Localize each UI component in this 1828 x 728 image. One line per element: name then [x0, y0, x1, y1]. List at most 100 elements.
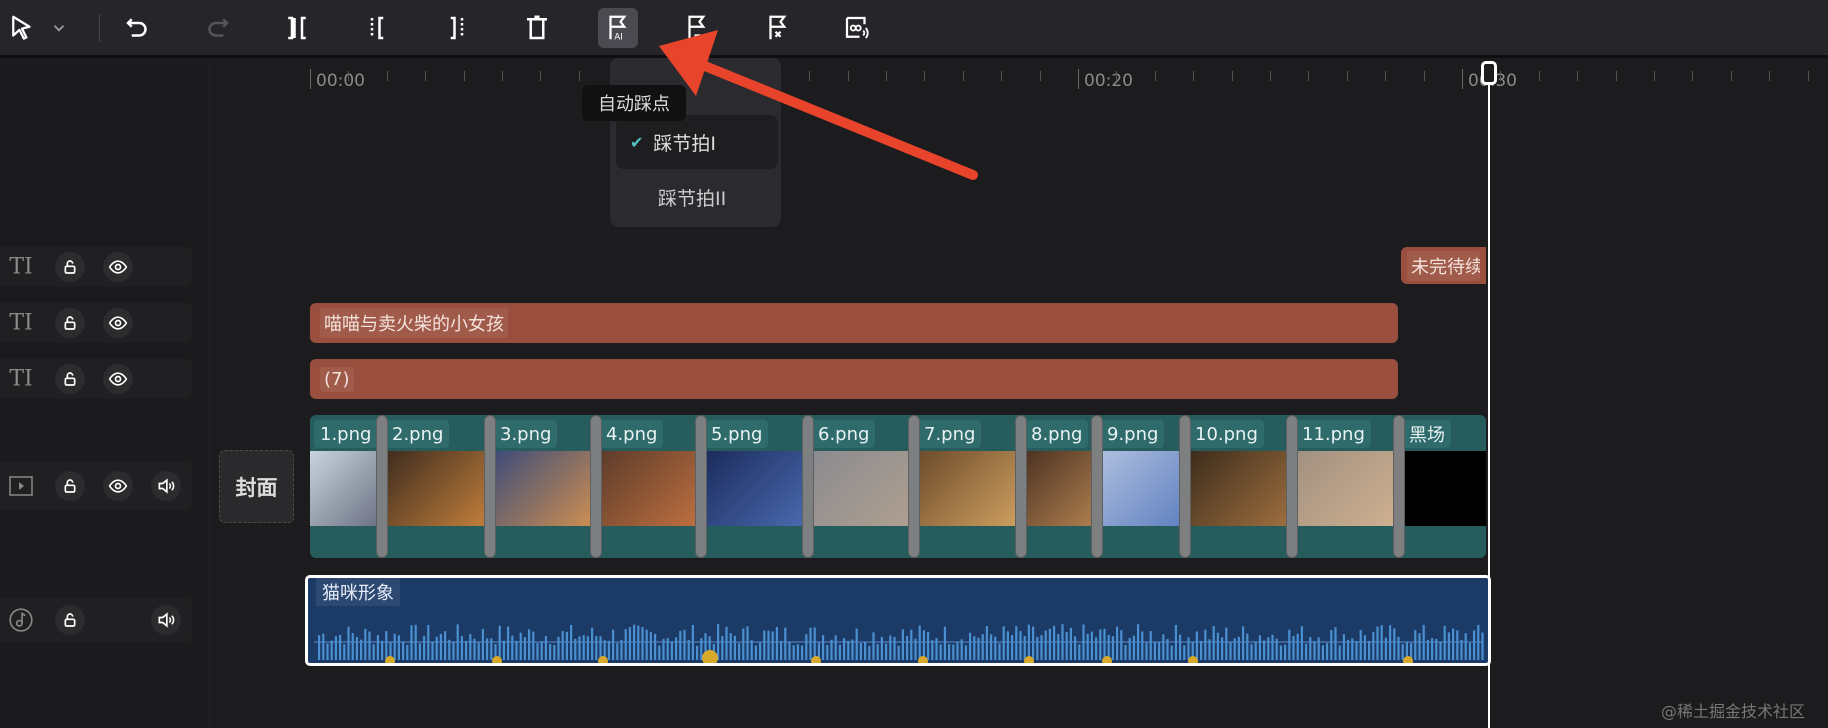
audio-cut-button[interactable]: [837, 8, 877, 48]
video-clip[interactable]: 黑场: [1399, 415, 1486, 558]
transition-handle[interactable]: [484, 415, 496, 558]
ruler-tick: [1769, 71, 1771, 81]
clip-label: 1.png: [314, 420, 378, 448]
transition-handle[interactable]: [1179, 415, 1191, 558]
timeline-ruler[interactable]: 00:00 00:20 00:30: [211, 61, 1828, 101]
text-clip[interactable]: (7): [310, 359, 1398, 399]
audio-clip[interactable]: 猫咪形象: [305, 575, 1491, 666]
beat-marker[interactable]: [1403, 656, 1413, 663]
trim-right-button[interactable]: [437, 8, 477, 48]
eye-icon[interactable]: [103, 252, 133, 282]
beat-marker[interactable]: [385, 656, 395, 663]
waveform-bar: [948, 644, 951, 660]
menu-item-beat-2[interactable]: 踩节拍II: [616, 178, 778, 216]
transition-handle[interactable]: [802, 415, 814, 558]
waveform-bar: [1183, 645, 1186, 660]
ruler-tick: [962, 71, 964, 81]
delete-button[interactable]: [517, 8, 557, 48]
waveform-bar: [826, 644, 829, 660]
lock-icon[interactable]: [55, 471, 85, 501]
beat-marker[interactable]: [918, 656, 928, 663]
waveform-bar: [448, 639, 451, 660]
lock-icon[interactable]: [55, 308, 85, 338]
video-clip[interactable]: 1.png: [310, 415, 382, 558]
transition-handle[interactable]: [1286, 415, 1298, 558]
transition-handle[interactable]: [908, 415, 920, 558]
beat-marker[interactable]: [811, 656, 821, 663]
waveform-bar: [662, 638, 665, 660]
waveform-bar: [742, 628, 745, 660]
transition-handle[interactable]: [695, 415, 707, 558]
eye-icon[interactable]: [103, 308, 133, 338]
waveform-bar: [725, 626, 728, 660]
speaker-icon[interactable]: [151, 471, 181, 501]
text-clip[interactable]: 未完待续: [1401, 247, 1486, 284]
clear-beats-button[interactable]: [758, 8, 798, 48]
waveform-bar: [809, 627, 812, 660]
beat-marker[interactable]: [702, 650, 718, 663]
waveform-bar: [1334, 627, 1337, 660]
transition-handle[interactable]: [376, 415, 388, 558]
waveform-bar: [637, 625, 640, 660]
ruler-tick: [886, 71, 887, 81]
cover-button[interactable]: 封面: [219, 450, 294, 523]
lock-icon[interactable]: [55, 364, 85, 394]
video-clip[interactable]: 6.png: [808, 415, 914, 558]
waveform-bar: [1296, 633, 1299, 660]
transition-handle[interactable]: [1015, 415, 1027, 558]
transition-handle[interactable]: [590, 415, 602, 558]
beat-marker[interactable]: [1188, 656, 1198, 663]
video-clip[interactable]: 11.png: [1292, 415, 1399, 558]
video-clip[interactable]: 9.png: [1097, 415, 1185, 558]
waveform-bar: [649, 631, 652, 660]
video-clip[interactable]: 3.png: [490, 415, 596, 558]
lock-icon[interactable]: [55, 252, 85, 282]
waveform-bar: [1158, 641, 1161, 660]
video-clip[interactable]: 10.png: [1185, 415, 1292, 558]
video-clip[interactable]: 4.png: [596, 415, 701, 558]
eye-icon[interactable]: [103, 471, 133, 501]
waveform-bar: [1338, 645, 1341, 660]
undo-button[interactable]: [118, 8, 158, 48]
waveform-bar: [956, 641, 959, 660]
waveform-bar: [658, 645, 661, 660]
waveform-bar: [578, 636, 581, 660]
waveform-bar: [624, 629, 627, 660]
waveform-bar: [645, 629, 648, 660]
waveform-bar: [595, 636, 598, 660]
beat-marker[interactable]: [1024, 656, 1034, 663]
select-tool-button[interactable]: [2, 8, 42, 48]
menu-item-beat-1[interactable]: ✔ 踩节拍I: [616, 115, 778, 169]
auto-beat-button[interactable]: AI: [598, 8, 638, 48]
waveform-bar: [1473, 630, 1476, 660]
transition-handle[interactable]: [1393, 415, 1405, 558]
waveform-bar: [586, 636, 589, 660]
waveform-bar: [1216, 632, 1219, 660]
waveform-bar: [406, 644, 409, 660]
waveform-bar: [1321, 645, 1324, 660]
video-clip[interactable]: 5.png: [701, 415, 808, 558]
trim-left-button[interactable]: [357, 8, 397, 48]
video-clip[interactable]: 7.png: [914, 415, 1021, 558]
video-clip[interactable]: 8.png: [1021, 415, 1097, 558]
add-beat-button[interactable]: [677, 8, 717, 48]
speaker-icon[interactable]: [151, 605, 181, 635]
select-mode-dropdown[interactable]: [44, 8, 74, 48]
video-clip[interactable]: 2.png: [382, 415, 490, 558]
watermark: @稀土掘金技术社区: [1661, 702, 1806, 721]
text-clip[interactable]: 喵喵与卖火柴的小女孩: [310, 303, 1398, 343]
clip-thumbnail: [1021, 451, 1097, 526]
redo-button[interactable]: [197, 8, 237, 48]
eye-icon[interactable]: [103, 364, 133, 394]
playhead-handle[interactable]: [1481, 61, 1497, 85]
waveform-bar: [914, 638, 917, 660]
waveform-bar: [1074, 636, 1077, 660]
waveform-bar: [981, 634, 984, 660]
beat-marker[interactable]: [492, 656, 502, 663]
transition-handle[interactable]: [1091, 415, 1103, 558]
clip-label: 喵喵与卖火柴的小女孩: [320, 308, 508, 338]
beat-marker[interactable]: [1102, 656, 1112, 663]
beat-marker[interactable]: [598, 656, 608, 663]
lock-icon[interactable]: [55, 605, 85, 635]
split-button[interactable]: [277, 8, 317, 48]
